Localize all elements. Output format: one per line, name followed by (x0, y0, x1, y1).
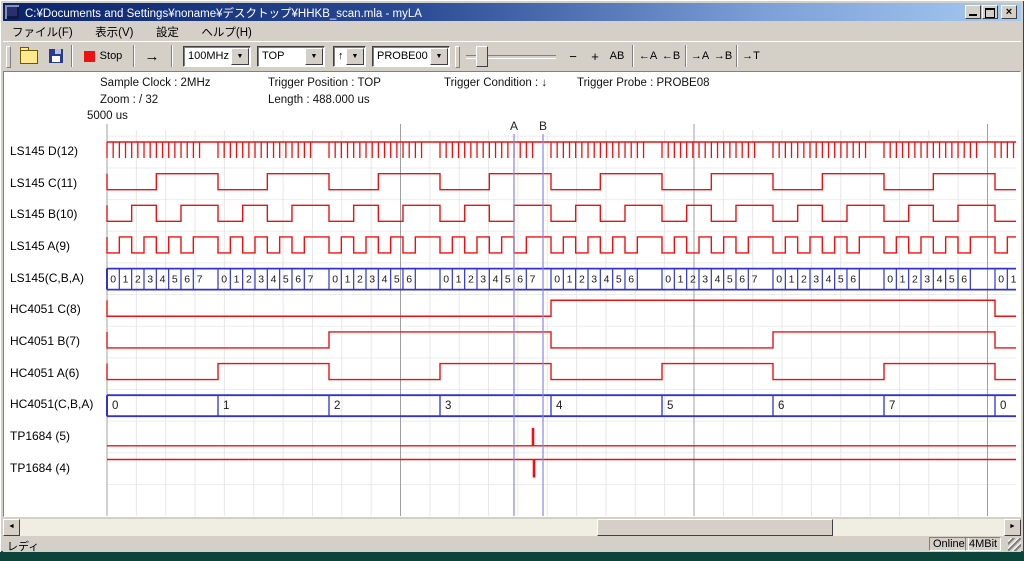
toolbar-grip[interactable] (6, 46, 11, 68)
set-cursor-a-button[interactable]: →A (689, 44, 711, 68)
sample-rate-select[interactable]: 100MHz ▼ (183, 46, 251, 67)
set-b-label: →B (714, 50, 732, 62)
set-cursor-b-button[interactable]: →B (712, 44, 734, 68)
status-memory-badge: 4MBit (965, 537, 1001, 551)
menu-view[interactable]: 表示(V) (86, 22, 142, 40)
trigger-position-value: TOP (262, 50, 284, 62)
zoom-out-icon: − (569, 49, 577, 64)
scroll-left-button[interactable]: ◄ (3, 519, 20, 536)
goto-cursor-a-button[interactable]: ←A (637, 44, 659, 68)
minimize-button[interactable] (965, 5, 981, 19)
window-title: C:¥Documents and Settings¥noname¥デスクトップ¥… (25, 5, 422, 21)
set-a-label: →A (691, 50, 709, 62)
toolbar: Stop → 100MHz ▼ TOP ▼ ↑ ▼ PROBE00 ▼ − + … (3, 41, 1021, 72)
trigger-probe-value: PROBE00 (377, 50, 428, 62)
zoom-out-button[interactable]: − (564, 44, 582, 68)
sample-rate-value: 100MHz (188, 50, 229, 62)
toolbar-separator (133, 45, 135, 67)
title-bar[interactable]: C:¥Documents and Settings¥noname¥デスクトップ¥… (3, 3, 1021, 21)
toolbar-separator (632, 45, 634, 67)
goto-trigger-button[interactable]: →T (740, 44, 762, 68)
toolbar-separator (685, 45, 687, 67)
menu-settings[interactable]: 設定 (147, 22, 188, 40)
app-window: C:¥Documents and Settings¥noname¥デスクトップ¥… (0, 0, 1024, 552)
waveform-client-area (3, 71, 1021, 517)
open-folder-icon (20, 50, 38, 63)
scroll-left-icon: ◄ (8, 523, 15, 530)
close-icon: × (1006, 6, 1012, 18)
dropdown-arrow-icon[interactable]: ▼ (430, 48, 448, 65)
zoom-in-icon: + (591, 49, 599, 64)
toolbar-grip[interactable] (455, 46, 460, 68)
goto-trigger-label: →T (742, 50, 760, 62)
menu-bar: ファイル(F) 表示(V) 設定 ヘルプ(H) (3, 22, 1021, 40)
menu-file[interactable]: ファイル(F) (3, 22, 82, 40)
stop-icon (84, 51, 95, 62)
trigger-position-select[interactable]: TOP ▼ (257, 46, 325, 67)
dropdown-arrow-icon[interactable]: ▼ (346, 48, 364, 65)
save-floppy-icon (49, 49, 63, 63)
run-arrow-icon: → (145, 48, 160, 65)
dropdown-arrow-icon[interactable]: ▼ (305, 48, 323, 65)
toolbar-separator (71, 45, 73, 67)
zoom-in-button[interactable]: + (586, 44, 604, 68)
dropdown-arrow-icon[interactable]: ▼ (231, 48, 249, 65)
trigger-edge-value: ↑ (338, 50, 344, 62)
trigger-probe-select[interactable]: PROBE00 ▼ (372, 46, 450, 67)
minimize-icon (969, 14, 977, 16)
stop-button[interactable]: Stop (77, 44, 129, 68)
close-button[interactable]: × (1001, 5, 1017, 19)
goto-cursor-b-button[interactable]: ←B (660, 44, 682, 68)
ab-span-button[interactable]: AB (606, 44, 628, 68)
stop-label: Stop (100, 50, 123, 62)
desktop-background (0, 552, 1024, 556)
maximize-icon (985, 8, 995, 18)
goto-b-label: ←B (662, 50, 680, 62)
horizontal-scrollbar[interactable]: ◄ ► (3, 519, 1021, 536)
toolbar-separator (736, 45, 738, 67)
menu-help[interactable]: ヘルプ(H) (192, 22, 260, 40)
ab-label: AB (610, 50, 625, 62)
app-icon[interactable] (5, 5, 19, 19)
trigger-edge-select[interactable]: ↑ ▼ (333, 46, 366, 67)
save-file-button[interactable] (43, 44, 68, 68)
maximize-button[interactable] (982, 5, 998, 19)
run-button[interactable]: → (138, 44, 166, 68)
status-online-badge: Online (929, 537, 969, 551)
resize-grip[interactable] (1008, 538, 1021, 551)
scrollbar-thumb[interactable] (597, 519, 833, 536)
scroll-right-button[interactable]: ► (1004, 519, 1021, 536)
status-bar: レディ Online 4MBit (3, 537, 1021, 552)
toolbar-separator (171, 45, 173, 67)
open-file-button[interactable] (16, 44, 41, 68)
goto-a-label: ←A (639, 50, 657, 62)
zoom-slider-thumb[interactable] (476, 46, 488, 67)
scroll-right-icon: ► (1009, 523, 1016, 530)
